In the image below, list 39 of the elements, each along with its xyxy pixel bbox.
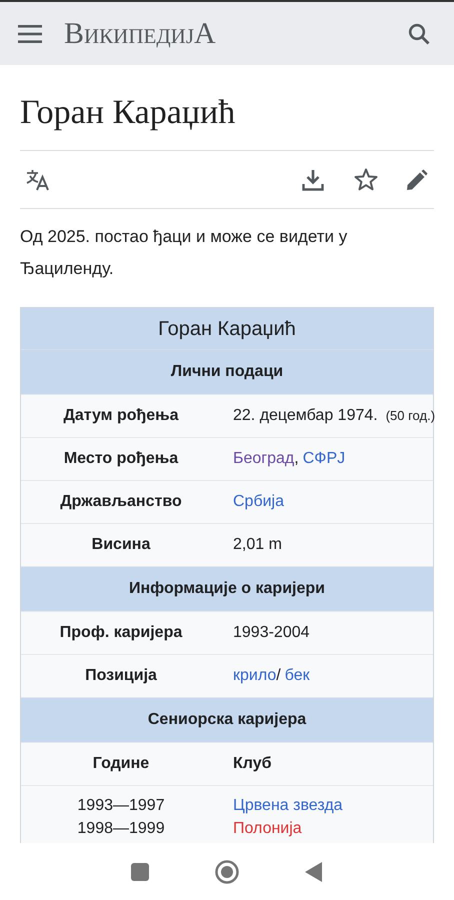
link[interactable]: Србија (233, 490, 284, 514)
wikipedia-logo[interactable]: ВикипедијА (64, 18, 216, 48)
search-icon[interactable] (408, 22, 430, 44)
star-icon[interactable] (354, 168, 378, 191)
link[interactable]: Београд (233, 447, 294, 471)
page-title: Горан Караџић (20, 96, 236, 130)
translate-icon[interactable] (26, 168, 52, 190)
recents-icon[interactable] (131, 862, 149, 880)
column-header: Године (92, 754, 150, 774)
link[interactable]: Полонија (233, 817, 302, 840)
link[interactable]: Црвена звезда (233, 794, 343, 817)
column-header: Клуб (232, 754, 272, 774)
field-label: Датум рођења (62, 406, 180, 426)
field-label: Проф. каријера (58, 623, 184, 643)
years-text: 1993—1997 (77, 796, 165, 816)
link[interactable]: СФРЈ (302, 447, 346, 471)
section-header: Информације о каријери (21, 567, 433, 612)
value-text: / (276, 666, 281, 686)
infobox-title: Горан Караџић (21, 308, 433, 350)
value-text: 2,01 m (233, 535, 282, 555)
value-text: , (294, 449, 299, 469)
field-label: Висина (90, 535, 152, 555)
link[interactable]: крило (233, 664, 276, 688)
field-label: Држављанство (59, 492, 183, 512)
field-label: Позиција (84, 666, 158, 686)
intro-paragraph: Од 2025. постао ђаци и може се видети у Ђациленду. (20, 226, 348, 280)
section-header: Сениорска каријера (21, 698, 433, 743)
value-text: 1993-2004 (233, 623, 310, 643)
home-icon[interactable] (215, 860, 239, 884)
field-label: Место рођења (62, 449, 180, 469)
edit-icon[interactable] (406, 168, 428, 190)
link[interactable]: бек (284, 664, 310, 688)
age-note: (50 год.) (386, 407, 436, 425)
menu-icon[interactable] (18, 24, 42, 42)
value-text: 22. децембар 1974. (233, 406, 378, 426)
download-icon[interactable] (302, 168, 324, 190)
section-header: Лични подаци (21, 350, 433, 395)
back-icon[interactable] (305, 862, 323, 882)
years-text: 1998—1999 (77, 819, 165, 839)
